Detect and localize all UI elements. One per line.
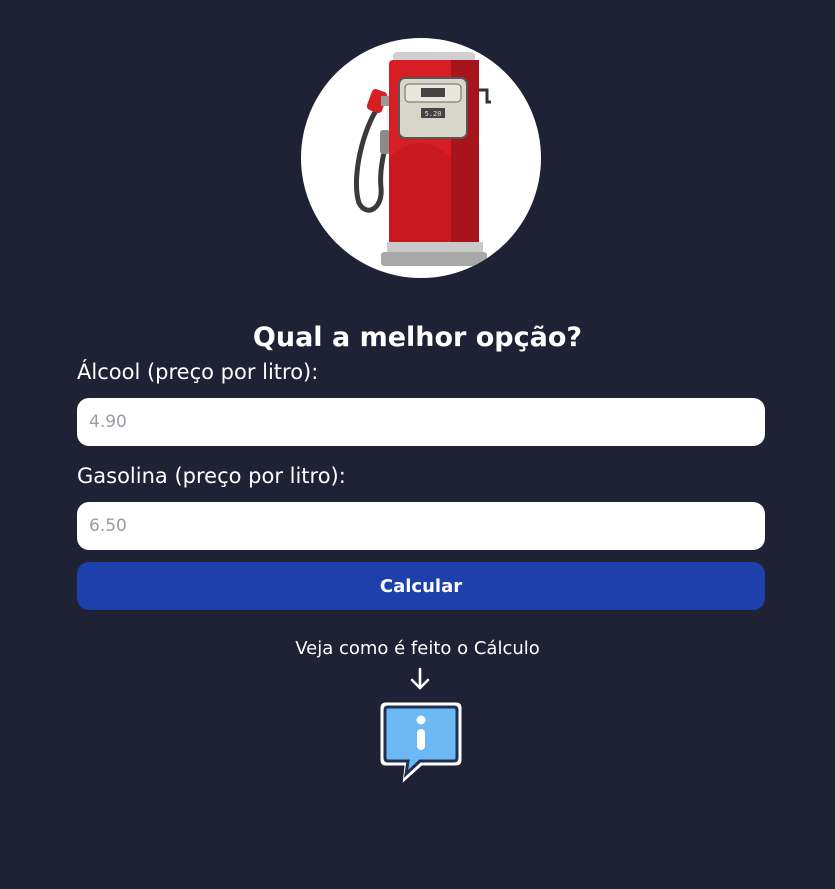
- alcool-label: Álcool (preço por litro):: [77, 360, 319, 384]
- page-title: Qual a melhor opção?: [252, 322, 583, 353]
- gasolina-label: Gasolina (preço por litro):: [77, 464, 346, 488]
- page: 5.20 Qual a melhor opção? Álcool (preço …: [0, 0, 835, 889]
- gasolina-price-input[interactable]: [77, 502, 765, 550]
- info-speech-bubble-icon[interactable]: [378, 698, 464, 790]
- info-text: Veja como é feito o Cálculo: [295, 638, 540, 659]
- svg-text:5.20: 5.20: [425, 110, 442, 118]
- fuel-pump-icon: 5.20: [354, 52, 491, 266]
- arrow-down-icon: [410, 667, 430, 690]
- fuel-pump-image: 5.20: [301, 38, 541, 278]
- alcool-price-input[interactable]: [77, 398, 765, 446]
- calcular-button[interactable]: Calcular: [77, 562, 765, 610]
